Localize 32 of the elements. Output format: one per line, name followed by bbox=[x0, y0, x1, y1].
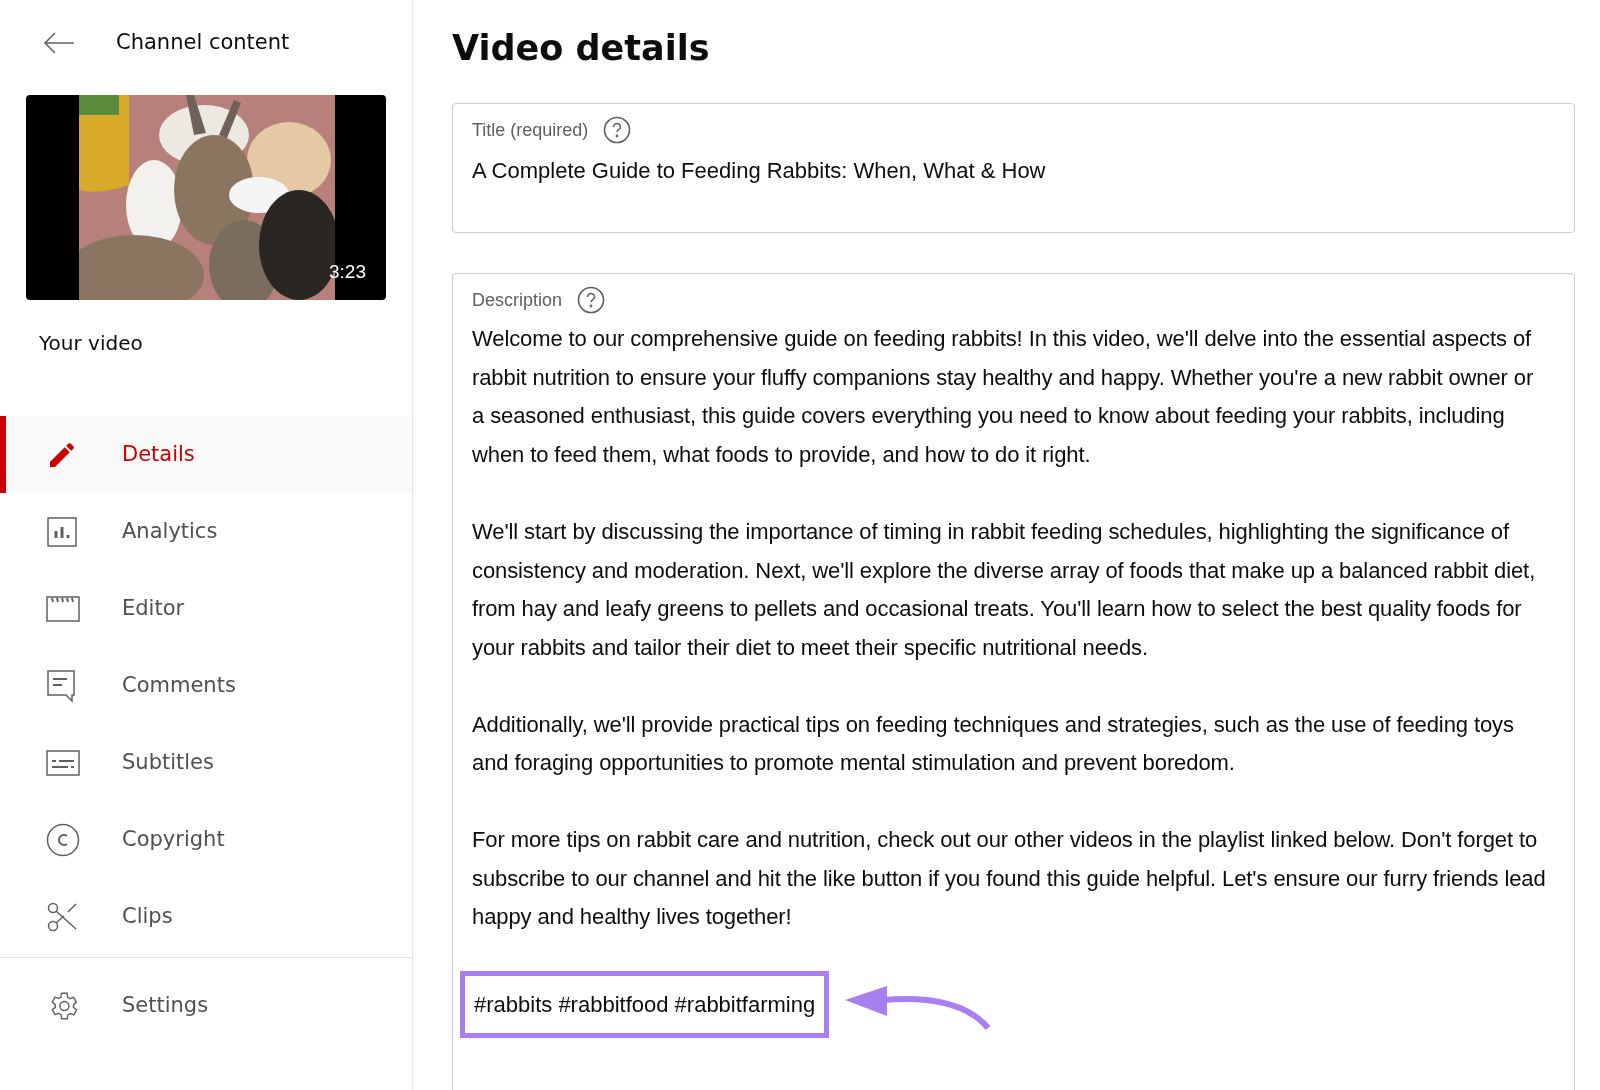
sidebar-item[interactable]: Subtitles bbox=[0, 724, 412, 801]
clapperboard-icon bbox=[46, 595, 80, 622]
header-title: Channel content bbox=[116, 29, 290, 57]
field-value: A Complete Guide to Feeding Rabbits: When, What & How bbox=[472, 157, 1047, 185]
subtitles-icon bbox=[46, 749, 80, 776]
back-arrow-icon[interactable] bbox=[43, 31, 75, 55]
video-label: Your video bbox=[38, 330, 144, 357]
description-paragraph: For more tips on rabbit care and nutrition, check out our other videos in the playlist linked below. Don't forget to subscribe to our channel and hit the like button if you found this guide helpful. Let's ensure our furry friends lead happy and healthy lives together! bbox=[472, 826, 1547, 932]
sidebar-item[interactable]: Settings bbox=[0, 967, 412, 1044]
page-title: Video details bbox=[452, 27, 711, 70]
sidebar-item[interactable]: Analytics bbox=[0, 493, 412, 570]
field-label: Title (required) bbox=[472, 118, 589, 142]
help-icon[interactable] bbox=[577, 286, 606, 314]
sidebar-item[interactable]: Details bbox=[0, 416, 412, 493]
sidebar-item[interactable]: Comments bbox=[0, 647, 412, 724]
help-icon[interactable] bbox=[603, 116, 632, 144]
description-paragraph: Additionally, we'll provide practical tips on feeding techniques and strategies, such as the use of feeding toys and foraging opportunities to promote mental stimulation and prevent boredom. bbox=[472, 710, 1515, 778]
bar-chart-icon bbox=[46, 515, 78, 548]
description-field[interactable] bbox=[452, 273, 1575, 1090]
sidebar-item[interactable]: Clips bbox=[0, 878, 412, 955]
copyright-icon bbox=[46, 822, 80, 857]
sidebar-item[interactable]: Editor bbox=[0, 570, 412, 647]
hashtags-highlight: #rabbits #rabbitfood #rabbitfarming bbox=[460, 971, 830, 1039]
comment-icon bbox=[46, 668, 76, 703]
description-paragraph: Welcome to our comprehensive guide on feeding rabbits! In this video, we'll delve into the essential aspects of rabbit nutrition to ensure your fluffy companions stay healthy and happy. Whether you're a new rabbit owner or a seasoned enthusiast, this guide covers everything you need to know about feeding your rabbits, including when to feed them, what foods to provide, and how to do it right. bbox=[472, 325, 1535, 470]
title-field[interactable]: Title (required) A Complete Guide to Feeding Rabbits: When, What & How bbox=[452, 103, 1575, 233]
field-label: Description bbox=[472, 288, 563, 312]
description-paragraph: We'll start by discussing the importance of timing in rabbit feeding schedules, highlighting the significance of consistency and moderation. Next, we'll explore the diverse array of foods that make up a balanced rabbit diet, from hay and leafy greens to pellets and occasional treats. You'll learn how to select the best quality foods for your rabbits and tailor their diet to meet their specific nutritional needs. bbox=[472, 517, 1537, 662]
video-duration: 3:23 bbox=[329, 259, 366, 284]
sidebar-item[interactable]: Copyright bbox=[0, 801, 412, 878]
scissors-icon bbox=[46, 900, 78, 933]
video-thumbnail[interactable]: 3:23 bbox=[26, 95, 386, 300]
